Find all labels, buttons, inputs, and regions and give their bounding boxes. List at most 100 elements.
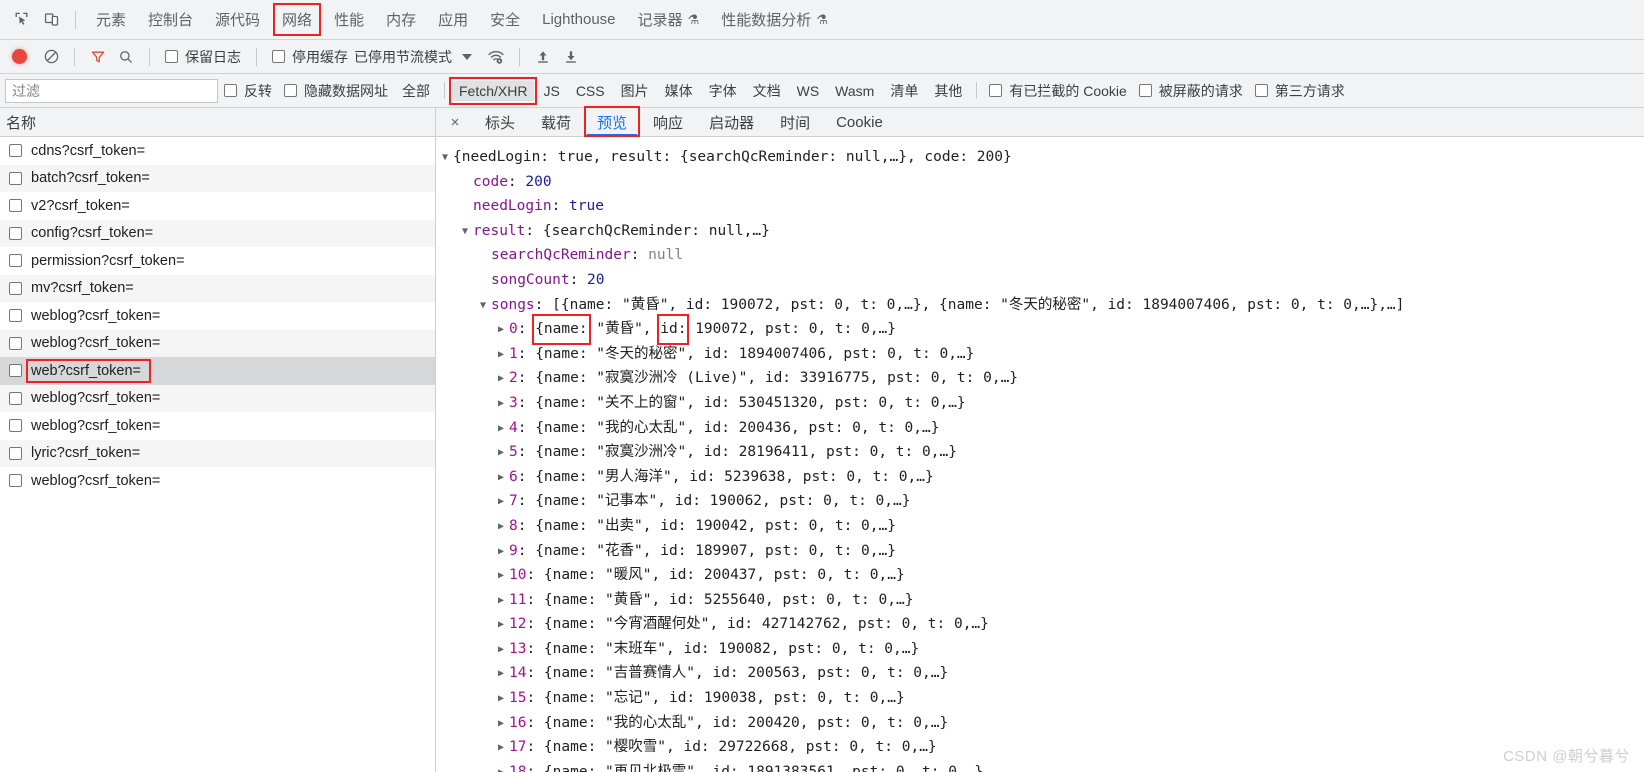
expand-triangle-icon[interactable]: ▶ <box>498 761 509 772</box>
json-root-line[interactable]: ▼ {needLogin: true, result: {searchQcRemi… <box>442 145 1644 170</box>
json-song-row[interactable]: ▶ 3: {name: "关不上的窗", id: 530451320, pst: … <box>442 391 1644 416</box>
table-row[interactable]: weblog?csrf_token= <box>0 329 435 357</box>
request-checkbox[interactable] <box>9 474 22 488</box>
request-checkbox[interactable] <box>9 281 22 295</box>
filter-type-all[interactable]: 全部 <box>395 79 437 103</box>
filter-type-img[interactable]: 图片 <box>614 79 656 103</box>
checkbox-box[interactable] <box>1254 84 1268 97</box>
close-icon[interactable]: × <box>444 111 466 133</box>
request-checkbox[interactable] <box>9 309 22 323</box>
request-checkbox[interactable] <box>9 199 22 213</box>
device-toolbar-icon[interactable] <box>36 5 66 35</box>
request-checkbox[interactable] <box>9 364 22 378</box>
expand-triangle-icon[interactable]: ▼ <box>462 220 473 245</box>
json-song-row[interactable]: ▶ 17: {name: "樱吹雪", id: 29722668, pst: 0,… <box>442 735 1644 760</box>
blocked-requests-checkbox[interactable]: 被屏蔽的请求 <box>1138 81 1243 101</box>
tab-performance-insights[interactable]: 性能数据分析 ⚗ <box>710 0 839 40</box>
tab-network[interactable]: 网络 <box>271 0 323 40</box>
expand-triangle-icon[interactable]: ▶ <box>498 417 509 442</box>
request-checkbox[interactable] <box>9 391 22 405</box>
filter-input[interactable] <box>5 78 218 103</box>
expand-triangle-icon[interactable]: ▶ <box>498 343 509 368</box>
table-row[interactable]: batch?csrf_token= <box>0 164 435 192</box>
json-song-row[interactable]: ▶ 6: {name: "男人海洋", id: 5239638, pst: 0, … <box>442 465 1644 490</box>
tab-headers[interactable]: 标头 <box>472 108 528 137</box>
request-checkbox[interactable] <box>9 336 22 350</box>
search-icon[interactable] <box>112 43 140 71</box>
tab-payload[interactable]: 载荷 <box>528 108 584 137</box>
json-song-row[interactable]: ▶ 10: {name: "暖风", id: 200437, pst: 0, t:… <box>442 563 1644 588</box>
json-song-row[interactable]: ▶ 15: {name: "忘记", id: 190038, pst: 0, t:… <box>442 686 1644 711</box>
expand-triangle-icon[interactable]: ▶ <box>498 515 509 540</box>
expand-triangle-icon[interactable]: ▶ <box>498 490 509 515</box>
filter-type-other[interactable]: 其他 <box>927 79 969 103</box>
request-checkbox[interactable] <box>9 446 22 460</box>
tab-cookies[interactable]: Cookie <box>823 108 896 137</box>
tab-sources[interactable]: 源代码 <box>204 0 271 40</box>
tab-console[interactable]: 控制台 <box>137 0 204 40</box>
json-song-row[interactable]: ▶ 2: {name: "寂寞沙洲冷 (Live)", id: 33916775,… <box>442 366 1644 391</box>
expand-triangle-icon[interactable]: ▶ <box>498 712 509 737</box>
table-row-selected[interactable]: web?csrf_token= <box>0 357 435 385</box>
checkbox-box[interactable] <box>989 84 1003 97</box>
checkbox-box[interactable] <box>1138 84 1152 97</box>
json-song-row[interactable]: ▶ 4: {name: "我的心太乱", id: 200436, pst: 0, … <box>442 416 1644 441</box>
request-checkbox[interactable] <box>9 171 22 185</box>
json-song-row[interactable]: ▶ 12: {name: "今宵酒醒何处", id: 427142762, pst… <box>442 612 1644 637</box>
expand-triangle-icon[interactable]: ▶ <box>498 638 509 663</box>
chevron-down-icon[interactable] <box>462 53 472 60</box>
import-har-icon[interactable] <box>529 43 557 71</box>
table-row[interactable]: weblog?csrf_token= <box>0 412 435 440</box>
filter-type-fetch-xhr[interactable]: Fetch/XHR <box>448 76 538 105</box>
json-song-row[interactable]: ▶ 5: {name: "寂寞沙洲冷", id: 28196411, pst: 0… <box>442 440 1644 465</box>
table-row[interactable]: mv?csrf_token= <box>0 274 435 302</box>
filter-type-media[interactable]: 媒体 <box>658 79 700 103</box>
tab-response[interactable]: 响应 <box>640 108 696 137</box>
expand-triangle-icon[interactable]: ▶ <box>498 662 509 687</box>
json-song-row[interactable]: ▶ 13: {name: "末班车", id: 190082, pst: 0, t… <box>442 637 1644 662</box>
tab-application[interactable]: 应用 <box>427 0 479 40</box>
json-song-row[interactable]: ▶18: {name: "再见北极雪", id: 1891383561, pst… <box>442 760 1644 772</box>
expand-triangle-icon[interactable]: ▶ <box>498 589 509 614</box>
table-row[interactable]: weblog?csrf_token= <box>0 467 435 495</box>
export-har-icon[interactable] <box>557 43 585 71</box>
third-party-checkbox[interactable]: 第三方请求 <box>1254 81 1345 101</box>
json-song-row[interactable]: ▶ 8: {name: "出卖", id: 190042, pst: 0, t: … <box>442 514 1644 539</box>
disable-cache-checkbox[interactable]: 停用缓存 <box>272 47 348 67</box>
inspect-cursor-icon[interactable] <box>6 5 36 35</box>
tab-elements[interactable]: 元素 <box>85 0 137 40</box>
filter-type-js[interactable]: JS <box>536 81 566 101</box>
json-song-row[interactable]: ▶ 0: {name: "黄昏", id: 190072, pst: 0, t: … <box>442 314 1644 345</box>
expand-triangle-icon[interactable]: ▶ <box>498 441 509 466</box>
filter-type-manifest[interactable]: 清单 <box>883 79 925 103</box>
expand-triangle-icon[interactable]: ▶ <box>498 564 509 589</box>
request-checkbox[interactable] <box>9 254 22 268</box>
json-song-row[interactable]: ▶ 9: {name: "花香", id: 189907, pst: 0, t: … <box>442 539 1644 564</box>
json-line-songs[interactable]: ▼ songs: [{name: "黄昏", id: 190072, pst: 0… <box>442 293 1644 318</box>
table-row[interactable]: cdns?csrf_token= <box>0 137 435 165</box>
tab-timing[interactable]: 时间 <box>767 108 823 137</box>
tab-recorder[interactable]: 记录器 ⚗ <box>627 0 711 40</box>
json-song-row[interactable]: ▶ 7: {name: "记事本", id: 190062, pst: 0, t:… <box>442 489 1644 514</box>
request-checkbox[interactable] <box>9 226 22 240</box>
blocked-cookies-checkbox[interactable]: 有已拦截的 Cookie <box>989 81 1127 101</box>
filter-icon[interactable] <box>84 43 112 71</box>
expand-triangle-icon[interactable]: ▶ <box>498 367 509 392</box>
filter-type-css[interactable]: CSS <box>569 81 612 101</box>
tab-lighthouse[interactable]: Lighthouse <box>531 0 626 40</box>
tab-performance[interactable]: 性能 <box>323 0 375 40</box>
expand-triangle-icon[interactable]: ▶ <box>498 687 509 712</box>
tab-initiator[interactable]: 启动器 <box>696 108 767 137</box>
filter-type-doc[interactable]: 文档 <box>746 79 788 103</box>
table-row[interactable]: v2?csrf_token= <box>0 192 435 220</box>
expand-triangle-icon[interactable]: ▶ <box>498 466 509 491</box>
expand-triangle-icon[interactable]: ▶ <box>498 392 509 417</box>
json-song-row[interactable]: ▶ 14: {name: "吉普赛情人", id: 200563, pst: 0,… <box>442 661 1644 686</box>
preserve-log-checkbox[interactable]: 保留日志 <box>165 47 241 67</box>
expand-triangle-icon[interactable]: ▶ <box>498 540 509 565</box>
throttling-select-value[interactable]: 已停用节流模式 <box>354 47 452 67</box>
request-checkbox[interactable] <box>9 419 22 433</box>
tab-preview[interactable]: 预览 <box>584 105 641 137</box>
expand-triangle-icon[interactable]: ▶ <box>498 318 509 343</box>
json-song-row[interactable]: ▶ 1: {name: "冬天的秘密", id: 1894007406, pst:… <box>442 342 1644 367</box>
